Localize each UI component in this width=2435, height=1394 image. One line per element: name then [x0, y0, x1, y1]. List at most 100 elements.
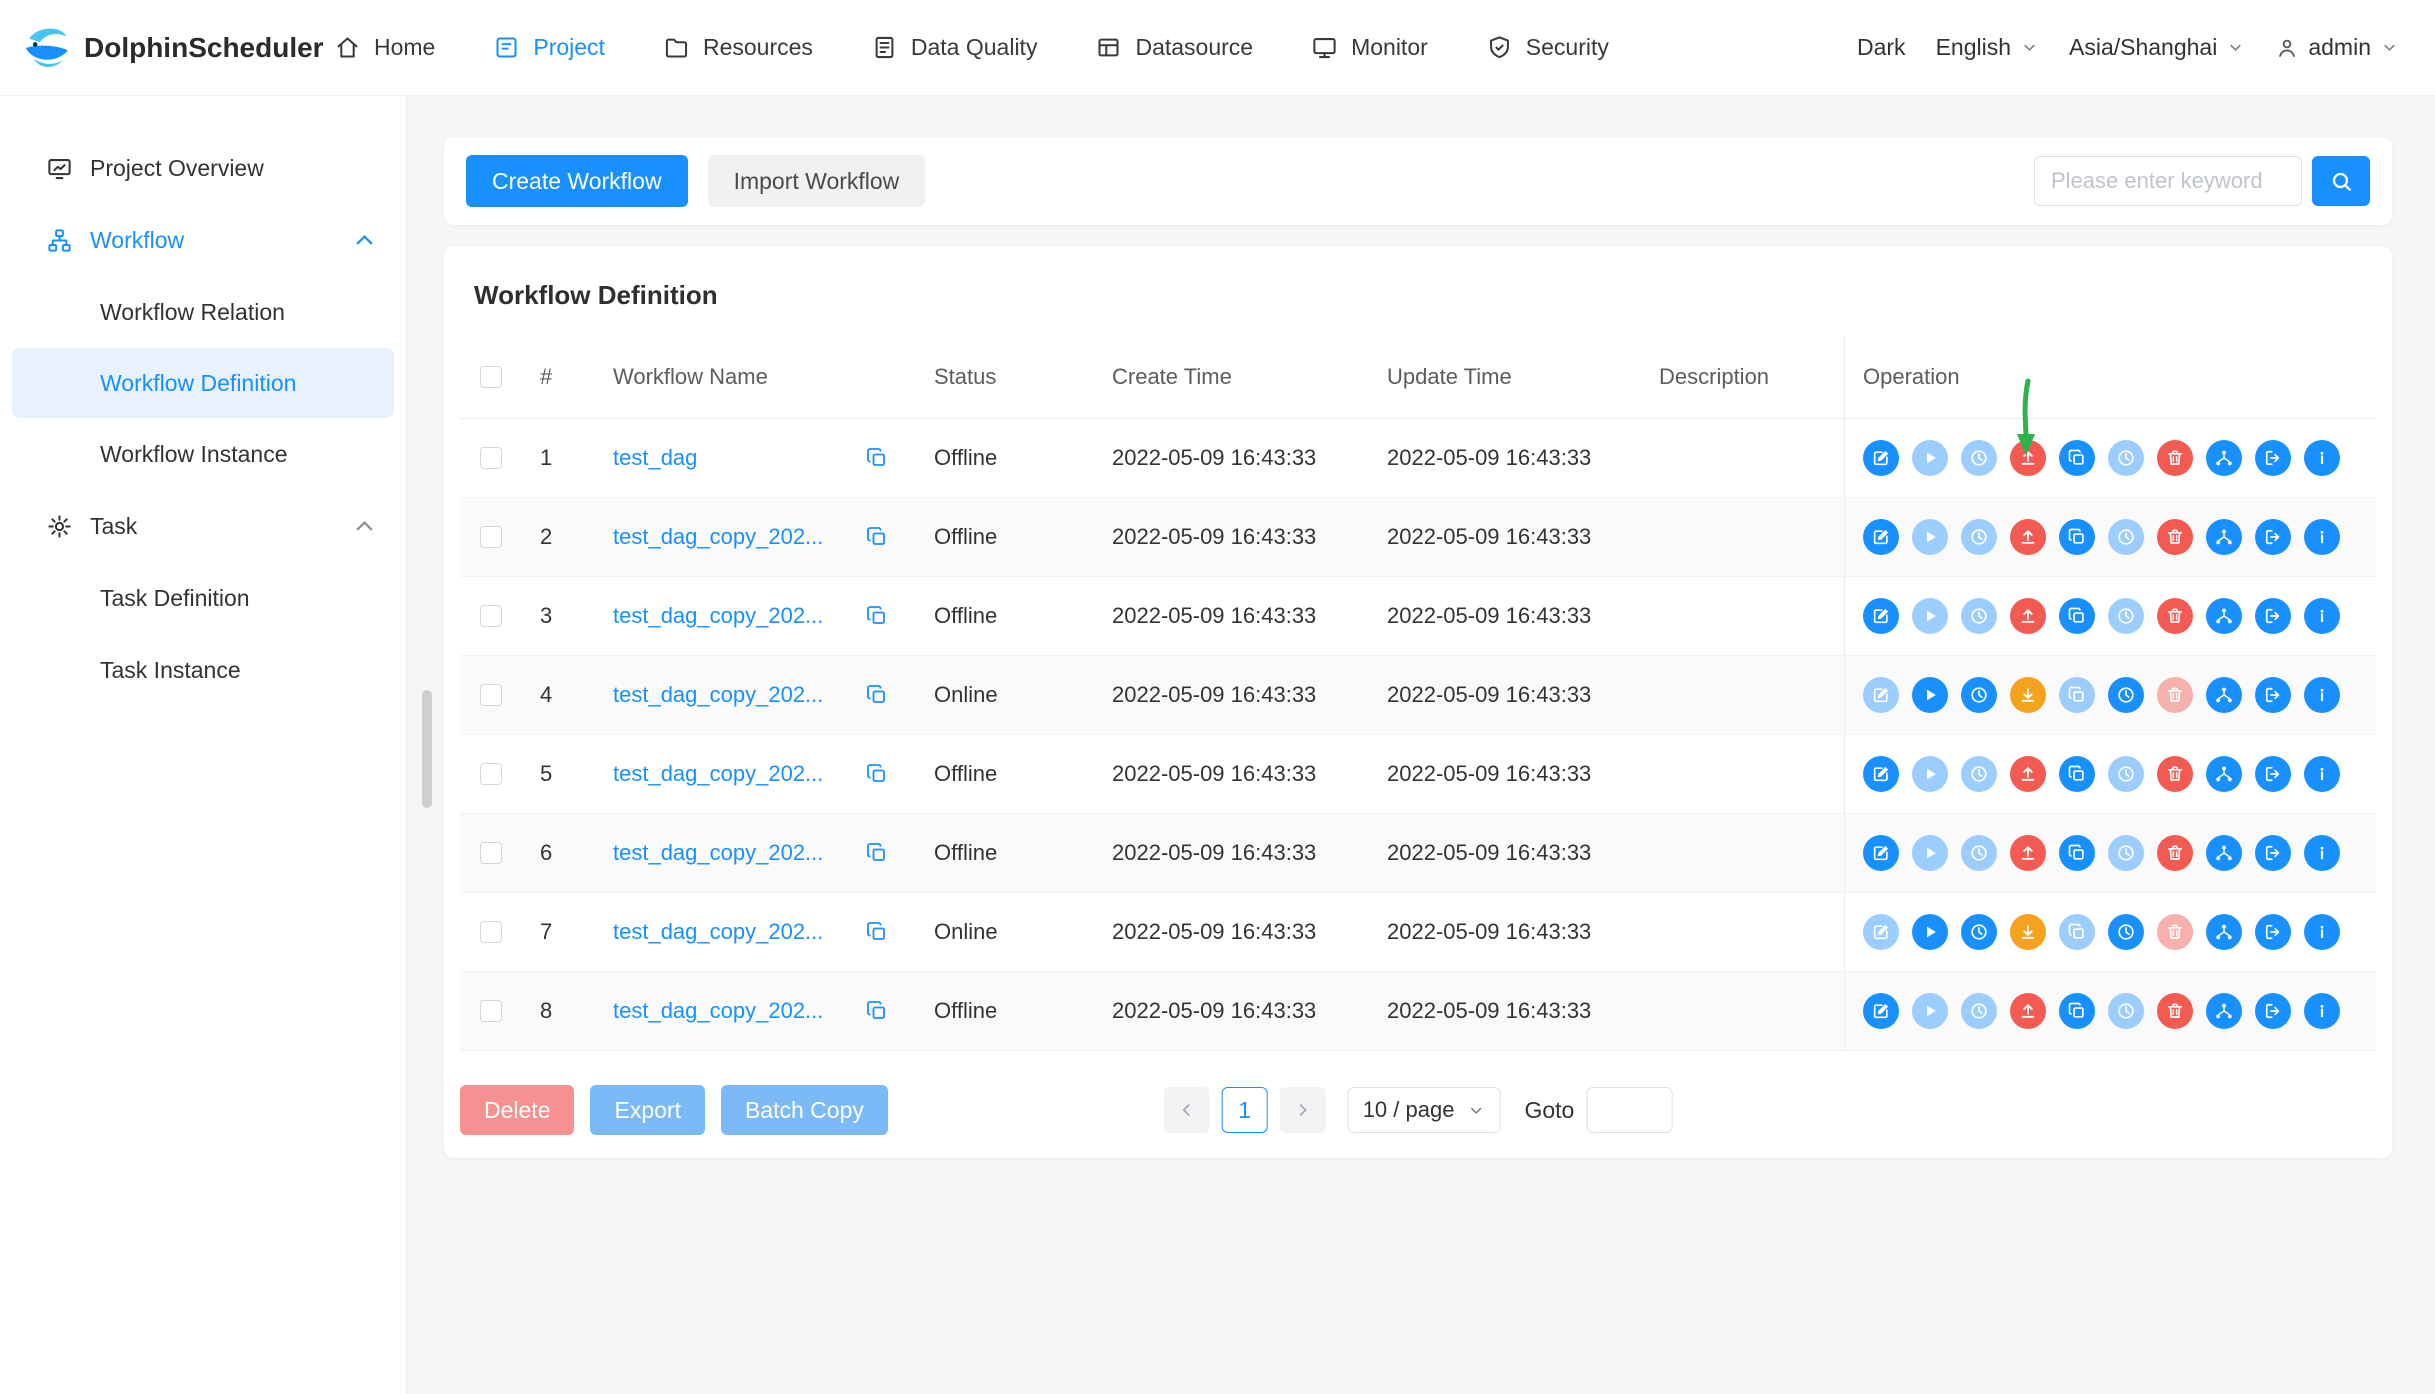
nav-item-security[interactable]: Security [1486, 34, 1609, 61]
nav-item-home[interactable]: Home [334, 34, 435, 61]
op-delete-button[interactable] [2157, 835, 2193, 871]
workflow-name-link[interactable]: test_dag_copy_202... [613, 919, 865, 945]
prev-page-button[interactable] [1164, 1087, 1210, 1133]
op-export-button[interactable] [2255, 598, 2291, 634]
op-delete-button[interactable] [2157, 993, 2193, 1029]
op-delete-button[interactable] [2157, 677, 2193, 713]
row-checkbox[interactable] [480, 921, 502, 943]
nav-item-project[interactable]: Project [493, 34, 605, 61]
op-timing-button[interactable] [1961, 756, 1997, 792]
scrollbar-thumb[interactable] [422, 690, 432, 808]
copy-name-icon[interactable] [865, 841, 889, 865]
op-export-button[interactable] [2255, 440, 2291, 476]
op-delete-button[interactable] [2157, 598, 2193, 634]
op-start-button[interactable] [1912, 835, 1948, 871]
row-checkbox[interactable] [480, 605, 502, 627]
op-version-info-button[interactable] [2304, 677, 2340, 713]
op-timing-button[interactable] [1961, 914, 1997, 950]
op-start-button[interactable] [1912, 440, 1948, 476]
workflow-name-link[interactable]: test_dag_copy_202... [613, 682, 865, 708]
op-version-info-button[interactable] [2304, 440, 2340, 476]
op-edit-button[interactable] [1863, 835, 1899, 871]
op-delete-button[interactable] [2157, 914, 2193, 950]
sidebar-item-task-definition[interactable]: Task Definition [0, 562, 406, 634]
row-checkbox[interactable] [480, 1000, 502, 1022]
op-export-button[interactable] [2255, 756, 2291, 792]
op-copy-button[interactable] [2059, 756, 2095, 792]
op-copy-button[interactable] [2059, 440, 2095, 476]
select-all-checkbox[interactable] [480, 366, 502, 388]
op-edit-button[interactable] [1863, 677, 1899, 713]
op-edit-button[interactable] [1863, 993, 1899, 1029]
nav-item-data-quality[interactable]: Data Quality [871, 34, 1038, 61]
row-checkbox[interactable] [480, 842, 502, 864]
page-number-1[interactable]: 1 [1222, 1087, 1268, 1133]
copy-name-icon[interactable] [865, 446, 889, 470]
workflow-name-link[interactable]: test_dag_copy_202... [613, 998, 865, 1024]
op-timing-button[interactable] [1961, 993, 1997, 1029]
copy-name-icon[interactable] [865, 999, 889, 1023]
op-release-button[interactable] [2010, 519, 2046, 555]
op-timing-button[interactable] [1961, 677, 1997, 713]
op-tree-view-button[interactable] [2206, 914, 2242, 950]
op-copy-button[interactable] [2059, 993, 2095, 1029]
batch-copy-button[interactable]: Batch Copy [721, 1085, 888, 1135]
op-delete-button[interactable] [2157, 756, 2193, 792]
op-copy-button[interactable] [2059, 519, 2095, 555]
workflow-name-link[interactable]: test_dag_copy_202... [613, 524, 865, 550]
sidebar-item-workflow-relation[interactable]: Workflow Relation [0, 276, 406, 348]
batch-delete-button[interactable]: Delete [460, 1085, 574, 1135]
op-timing-button[interactable] [1961, 440, 1997, 476]
op-version-info-button[interactable] [2304, 914, 2340, 950]
op-tree-view-button[interactable] [2206, 598, 2242, 634]
op-export-button[interactable] [2255, 835, 2291, 871]
op-cron-manage-button[interactable] [2108, 914, 2144, 950]
op-release-button[interactable] [2010, 598, 2046, 634]
op-copy-button[interactable] [2059, 598, 2095, 634]
op-tree-view-button[interactable] [2206, 993, 2242, 1029]
language-select[interactable]: English [1936, 34, 2039, 61]
user-menu[interactable]: admin [2275, 34, 2399, 61]
sidebar-item-task[interactable]: Task [0, 490, 406, 562]
op-version-info-button[interactable] [2304, 519, 2340, 555]
row-checkbox[interactable] [480, 763, 502, 785]
op-release-button[interactable] [2010, 914, 2046, 950]
sidebar-item-project-overview[interactable]: Project Overview [0, 132, 406, 204]
op-tree-view-button[interactable] [2206, 677, 2242, 713]
op-copy-button[interactable] [2059, 835, 2095, 871]
batch-export-button[interactable]: Export [590, 1085, 704, 1135]
op-edit-button[interactable] [1863, 519, 1899, 555]
copy-name-icon[interactable] [865, 920, 889, 944]
nav-item-monitor[interactable]: Monitor [1311, 34, 1428, 61]
op-edit-button[interactable] [1863, 598, 1899, 634]
op-release-button[interactable] [2010, 993, 2046, 1029]
copy-name-icon[interactable] [865, 762, 889, 786]
sidebar-item-workflow-instance[interactable]: Workflow Instance [0, 418, 406, 490]
theme-toggle[interactable]: Dark [1857, 34, 1906, 61]
op-version-info-button[interactable] [2304, 835, 2340, 871]
op-tree-view-button[interactable] [2206, 756, 2242, 792]
copy-name-icon[interactable] [865, 604, 889, 628]
page-size-select[interactable]: 10 / page [1348, 1087, 1501, 1133]
op-edit-button[interactable] [1863, 914, 1899, 950]
sidebar-item-workflow[interactable]: Workflow [0, 204, 406, 276]
op-cron-manage-button[interactable] [2108, 598, 2144, 634]
op-cron-manage-button[interactable] [2108, 519, 2144, 555]
op-start-button[interactable] [1912, 519, 1948, 555]
op-cron-manage-button[interactable] [2108, 756, 2144, 792]
row-checkbox[interactable] [480, 526, 502, 548]
nav-item-resources[interactable]: Resources [663, 34, 813, 61]
op-tree-view-button[interactable] [2206, 440, 2242, 476]
op-export-button[interactable] [2255, 677, 2291, 713]
op-copy-button[interactable] [2059, 677, 2095, 713]
op-cron-manage-button[interactable] [2108, 677, 2144, 713]
op-version-info-button[interactable] [2304, 756, 2340, 792]
row-checkbox[interactable] [480, 447, 502, 469]
create-workflow-button[interactable]: Create Workflow [466, 155, 688, 207]
op-start-button[interactable] [1912, 598, 1948, 634]
op-release-button[interactable] [2010, 835, 2046, 871]
workflow-name-link[interactable]: test_dag_copy_202... [613, 603, 865, 629]
op-start-button[interactable] [1912, 677, 1948, 713]
op-export-button[interactable] [2255, 519, 2291, 555]
op-delete-button[interactable] [2157, 519, 2193, 555]
